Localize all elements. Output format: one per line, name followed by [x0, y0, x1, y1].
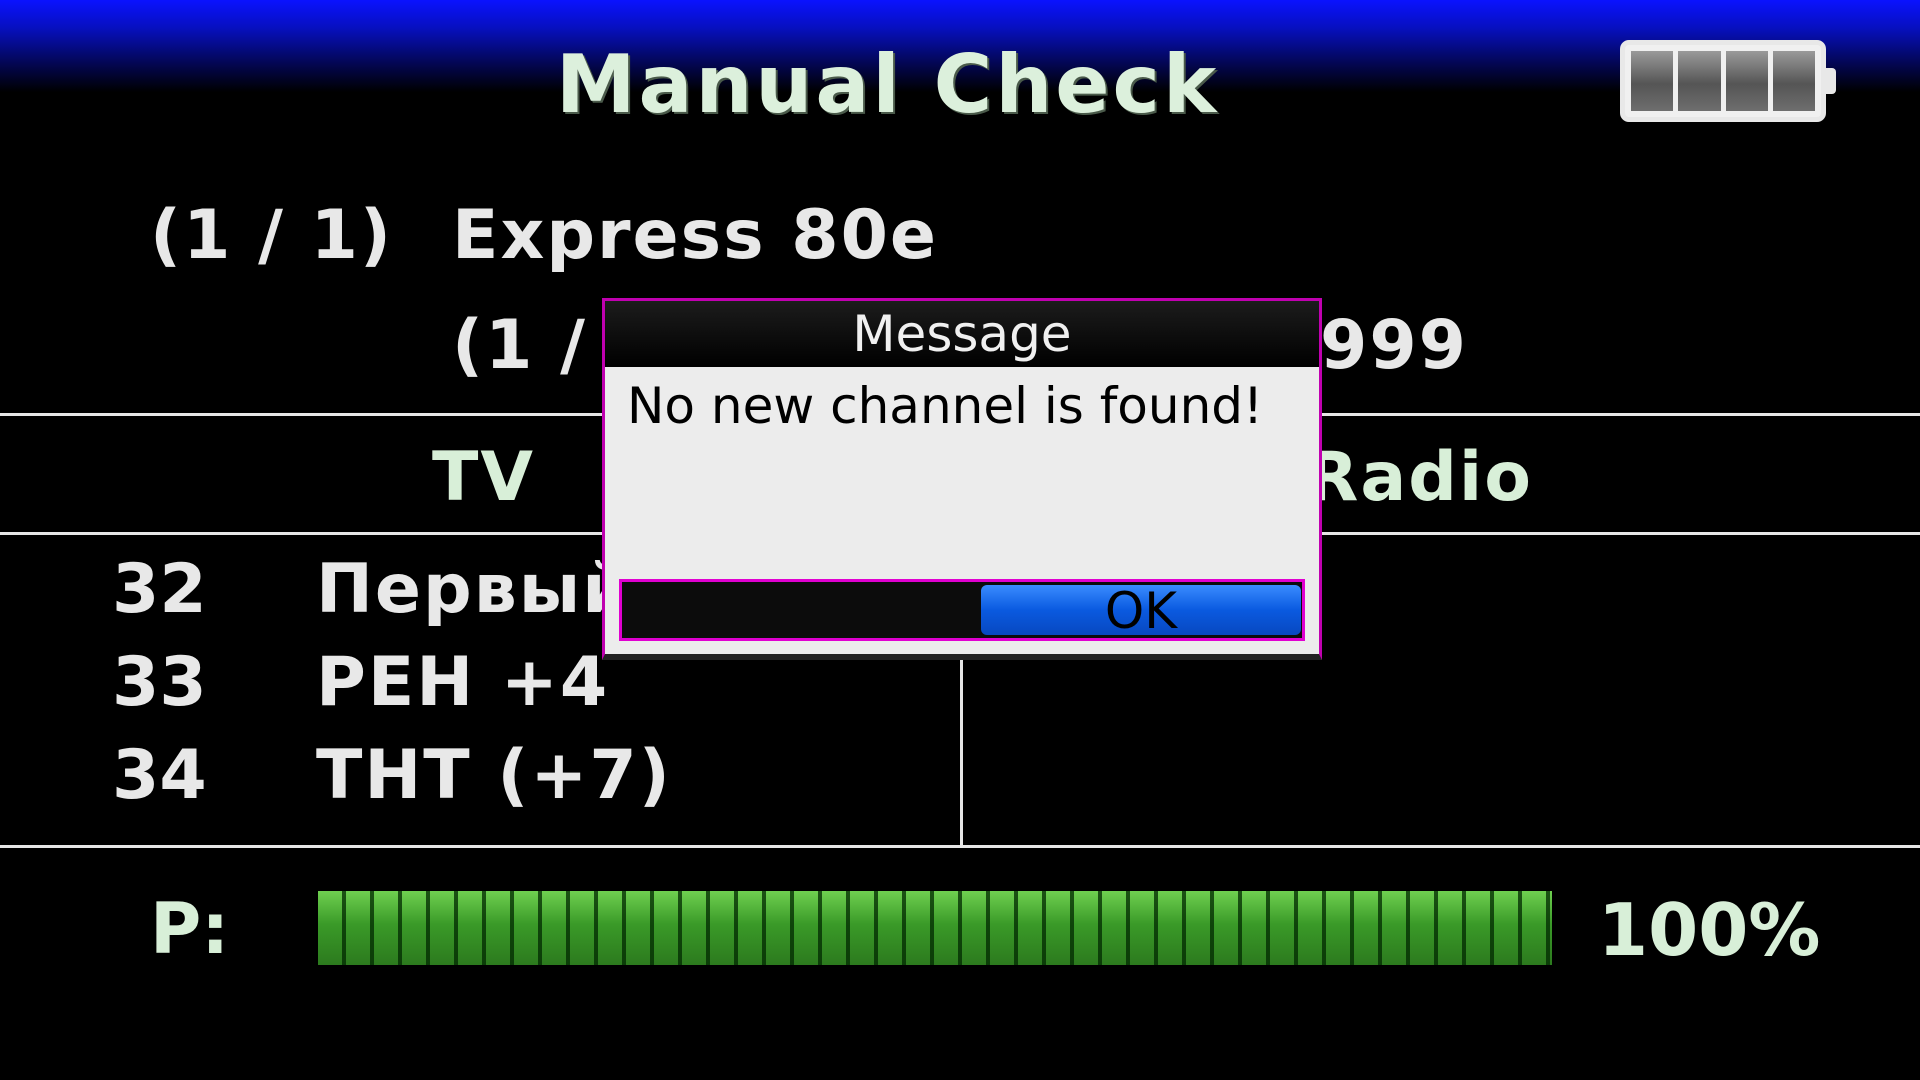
battery-cell	[1631, 51, 1674, 111]
progress-label: P:	[150, 888, 230, 970]
battery-tip	[1826, 68, 1836, 94]
satellite-index: (1 / 1)	[150, 196, 393, 275]
transponder-value: 999	[1320, 306, 1468, 385]
page-title: Manual Check	[555, 38, 1220, 131]
progress-bar	[318, 891, 1552, 965]
transponder-index: (1 /	[452, 306, 587, 385]
radio-column-header: Radio	[1306, 438, 1533, 517]
dialog-button-bar: OK	[619, 579, 1305, 641]
channel-name: РЕН +4	[316, 643, 610, 722]
battery-cell	[1725, 51, 1768, 111]
channel-name: ТНТ (+7)	[316, 736, 672, 815]
tv-column-header: TV	[432, 438, 536, 517]
channel-number: 33	[112, 643, 207, 722]
progress-value: 100%	[1598, 888, 1821, 972]
battery-cell	[1772, 51, 1815, 111]
satellite-name: Express 80e	[452, 196, 939, 275]
ok-button[interactable]: OK	[981, 585, 1301, 637]
divider-bottom	[0, 845, 1920, 848]
dialog-title: Message	[605, 301, 1319, 367]
channel-number: 32	[112, 550, 207, 629]
progress-fill	[318, 891, 1552, 965]
battery-cell	[1678, 51, 1721, 111]
channel-name: Первый	[316, 550, 632, 629]
dialog-message: No new channel is found!	[627, 377, 1264, 435]
channel-number: 34	[112, 736, 207, 815]
battery-full-icon	[1620, 40, 1826, 122]
message-dialog: Message No new channel is found! OK	[602, 298, 1322, 660]
